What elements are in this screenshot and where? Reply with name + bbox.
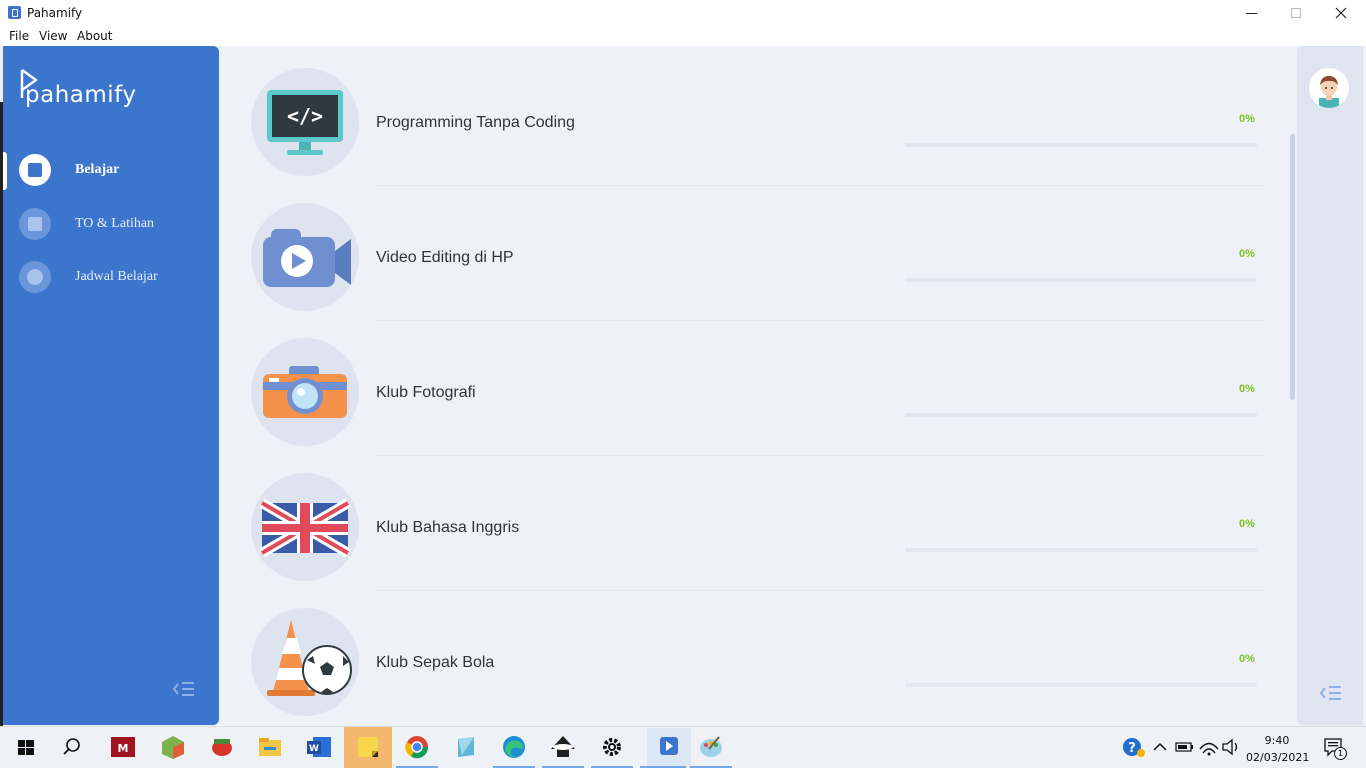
course-item[interactable]: Video Editing di HP 0% (251, 181, 1264, 321)
window-title: Pahamify (27, 6, 83, 20)
course-percent: 0% (1239, 518, 1255, 530)
mendeley-icon[interactable]: M (109, 733, 137, 761)
menu-file[interactable]: File (9, 29, 29, 43)
course-percent: 0% (1239, 248, 1255, 260)
video-camera-icon (251, 203, 359, 311)
app-icon-red[interactable] (208, 733, 236, 761)
book-icon (19, 154, 51, 186)
app-container: pahamify Belajar TO & Latihan Jadwal Bel… (0, 46, 1366, 726)
course-item[interactable]: </> Programming Tanpa Coding 0% (251, 46, 1264, 186)
clock-date[interactable]: 02/03/2021 (1246, 751, 1309, 764)
notification-icon[interactable]: 1 (1320, 733, 1348, 761)
pahamify-taskbar-icon[interactable] (647, 728, 691, 768)
sticky-notes-icon[interactable] (344, 727, 392, 768)
code-monitor-icon: </> (251, 68, 359, 176)
notification-count-badge: 1 (1334, 747, 1347, 760)
progress-bar (905, 143, 1257, 147)
sidebar-item-belajar[interactable]: Belajar (3, 150, 219, 190)
clock-time[interactable]: 9:40 (1262, 734, 1292, 747)
user-avatar-icon (1319, 76, 1339, 108)
close-button[interactable] (1318, 0, 1364, 26)
course-title: Programming Tanpa Coding (376, 114, 575, 131)
sidebar-item-to-latihan[interactable]: TO & Latihan (3, 204, 219, 244)
clock-icon (19, 261, 51, 293)
svg-text:?: ? (1128, 741, 1136, 756)
collapse-panel-icon[interactable] (1319, 684, 1343, 707)
uk-flag-icon (251, 473, 359, 581)
help-icon[interactable]: ? (1120, 733, 1148, 761)
battery-icon[interactable] (1170, 733, 1198, 761)
minimize-button[interactable] (1228, 0, 1274, 26)
menu-view[interactable]: View (39, 29, 67, 43)
active-indicator (3, 152, 7, 190)
course-percent: 0% (1239, 383, 1255, 395)
course-item[interactable]: Klub Sepak Bola 0% (251, 586, 1264, 721)
app-icon (8, 6, 21, 19)
menu-about[interactable]: About (77, 29, 112, 43)
inkscape-icon[interactable] (549, 733, 577, 761)
close-icon (1335, 7, 1347, 19)
svg-text:</>: </> (287, 104, 323, 128)
soccer-ball-cone-icon (251, 608, 359, 716)
progress-bar (905, 278, 1257, 282)
collapse-sidebar-icon[interactable] (172, 680, 196, 700)
scrollbar[interactable] (1290, 134, 1295, 400)
progress-bar (905, 683, 1257, 687)
sidebar-item-label: Jadwal Belajar (75, 269, 158, 284)
course-item[interactable]: Klub Bahasa Inggris 0% (251, 451, 1264, 591)
svg-text:W: W (309, 744, 319, 754)
logo-text: pahamify (25, 82, 137, 108)
windows-start-icon[interactable] (12, 733, 40, 761)
search-icon[interactable] (58, 733, 86, 761)
course-title: Video Editing di HP (376, 249, 514, 266)
maximize-button[interactable] (1273, 0, 1319, 26)
course-list: </> Programming Tanpa Coding 0% Video Ed… (219, 46, 1296, 726)
file-explorer-icon[interactable] (256, 733, 284, 761)
menu-bar: File View About (0, 26, 1366, 46)
right-panel (1297, 46, 1363, 725)
title-bar: Pahamify (0, 0, 1366, 26)
progress-bar (905, 413, 1257, 417)
app-icon-tablet[interactable] (452, 733, 480, 761)
course-title: Klub Bahasa Inggris (376, 519, 520, 536)
volume-icon[interactable] (1217, 733, 1245, 761)
svg-text:M: M (118, 742, 129, 755)
course-item[interactable]: Klub Fotografi 0% (251, 316, 1264, 456)
sidebar-item-label: Belajar (75, 162, 120, 177)
word-icon[interactable]: W (305, 733, 333, 761)
sidebar-item-label: TO & Latihan (75, 216, 155, 231)
chrome-icon[interactable] (403, 733, 431, 761)
taskbar: M W ? 9:40 02/03/2021 1 (0, 726, 1366, 768)
progress-bar (905, 548, 1257, 552)
avatar[interactable] (1309, 68, 1349, 108)
course-title: Klub Fotografi (376, 384, 476, 401)
course-title: Klub Sepak Bola (376, 654, 495, 671)
sidebar-item-jadwal-belajar[interactable]: Jadwal Belajar (3, 257, 219, 297)
paint-icon[interactable] (697, 733, 725, 761)
course-percent: 0% (1239, 653, 1255, 665)
edit-icon (19, 208, 51, 240)
app-icon-cube[interactable] (159, 733, 187, 761)
sidebar: pahamify Belajar TO & Latihan Jadwal Bel… (3, 46, 219, 725)
edge-icon[interactable] (500, 733, 528, 761)
course-percent: 0% (1239, 113, 1255, 125)
camera-icon (251, 338, 359, 446)
settings-icon[interactable] (598, 733, 626, 761)
